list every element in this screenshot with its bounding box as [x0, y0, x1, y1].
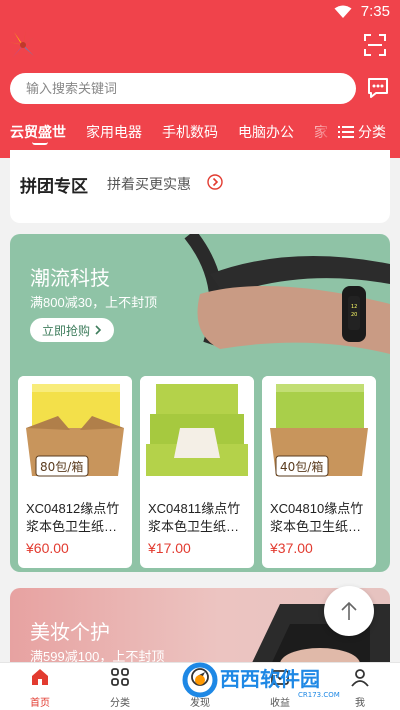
tab-office[interactable]: 电脑办公 — [238, 122, 294, 142]
product-image — [140, 376, 254, 488]
tech-promo-banner[interactable]: 12 20 潮流科技 满800减30，上不封顶 立即抢购 80包/箱 XC048… — [10, 234, 390, 572]
beauty-promo-title: 美妆个护 — [30, 622, 110, 644]
tabbar-home-label: 首页 — [30, 698, 50, 709]
product-card[interactable]: 80包/箱 XC04812缘点竹浆本色卫生纸… ¥60.00 — [18, 376, 132, 568]
tab-fade — [306, 118, 334, 146]
app-screen: 7:35 云贸盛世 家用电器 手机数码 电脑办公 家 — [0, 0, 400, 710]
message-icon[interactable] — [366, 76, 390, 100]
search-bar[interactable] — [10, 73, 356, 104]
tech-promo-subtitle: 满800减30，上不封顶 — [30, 295, 158, 310]
svg-text:12: 12 — [351, 304, 357, 310]
header: 7:35 云贸盛世 家用电器 手机数码 电脑办公 家 — [0, 0, 400, 158]
tab-yunmao[interactable]: 云贸盛世 — [10, 122, 66, 142]
search-input[interactable] — [10, 73, 356, 104]
pack-label: 40包/箱 — [280, 459, 323, 474]
scan-icon[interactable] — [364, 34, 386, 56]
chevron-right-icon — [207, 174, 223, 190]
home-icon — [32, 669, 48, 685]
tabbar-category[interactable]: 分类 — [80, 667, 160, 709]
product-image: 80包/箱 — [18, 376, 132, 488]
watermark-url: CR173.COM — [298, 691, 340, 699]
category-button[interactable]: 分类 — [338, 122, 386, 142]
tabbar-home[interactable]: 首页 — [0, 667, 80, 709]
product-price: ¥60.00 — [26, 540, 69, 556]
status-time: 7:35 — [360, 3, 390, 20]
product-list: 80包/箱 XC04812缘点竹浆本色卫生纸… ¥60.00 XC04811缘点… — [18, 376, 390, 568]
tabbar-category-label: 分类 — [110, 698, 130, 709]
site-watermark: 西西软件园 CR173.COM — [182, 662, 340, 699]
category-button-label: 分类 — [358, 124, 386, 140]
arrow-up-icon — [341, 601, 357, 620]
group-buy-subtitle: 拼着买更实惠 — [107, 176, 191, 192]
group-buy-section[interactable]: 拼团专区 拼着买更实惠 — [10, 150, 390, 223]
group-buy-title: 拼团专区 — [20, 177, 88, 196]
list-icon — [338, 126, 354, 138]
status-bar: 7:35 — [0, 0, 400, 24]
product-name: XC04812缘点竹浆本色卫生纸… — [26, 501, 120, 534]
watermark-text: 西西软件园 — [220, 667, 320, 691]
wifi-icon — [334, 5, 352, 18]
product-price: ¥37.00 — [270, 540, 313, 556]
back-to-top-button[interactable] — [324, 586, 374, 636]
svg-text:20: 20 — [351, 312, 357, 318]
buy-now-label: 立即抢购 — [42, 323, 91, 338]
product-card[interactable]: 40包/箱 XC04810缘点竹浆本色卫生纸… ¥37.00 — [262, 376, 376, 568]
product-image: 40包/箱 — [262, 376, 376, 488]
buy-now-button[interactable]: 立即抢购 — [30, 318, 115, 342]
product-card[interactable]: XC04811缘点竹浆本色卫生纸… ¥17.00 — [140, 376, 254, 568]
pack-label: 80包/箱 — [40, 459, 83, 474]
tab-digital[interactable]: 手机数码 — [162, 122, 218, 142]
grid-icon — [111, 668, 129, 686]
active-tab-indicator — [32, 142, 48, 145]
product-name: XC04810缘点竹浆本色卫生纸… — [270, 501, 364, 534]
tech-promo-title: 潮流科技 — [30, 268, 110, 290]
tab-home-appliance[interactable]: 家用电器 — [86, 122, 142, 142]
category-tabs: 云贸盛世 家用电器 手机数码 电脑办公 家 分类 — [0, 118, 400, 148]
chevron-right-icon — [95, 325, 102, 335]
product-name: XC04811缘点竹浆本色卫生纸… — [148, 501, 241, 534]
app-logo — [8, 30, 36, 58]
product-price: ¥17.00 — [148, 540, 191, 556]
